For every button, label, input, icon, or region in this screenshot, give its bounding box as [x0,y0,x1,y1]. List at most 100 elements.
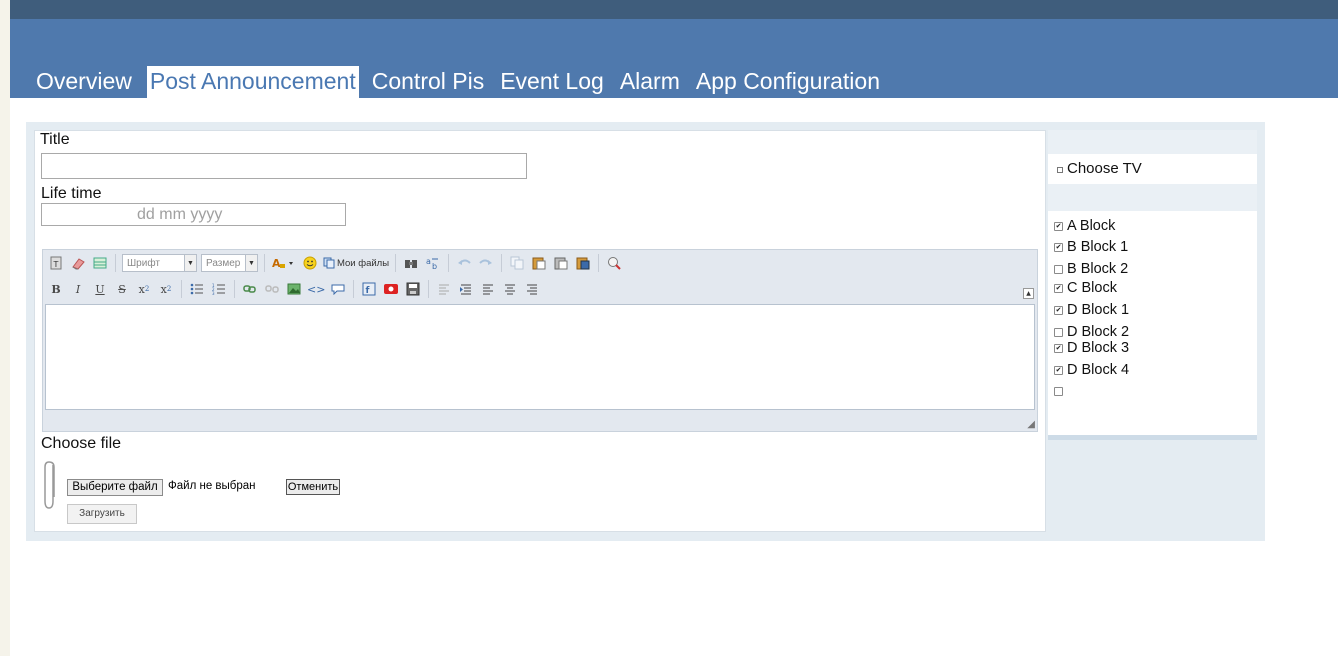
indent-icon[interactable] [457,280,475,298]
checkbox-checked[interactable]: ✔ [1054,283,1063,293]
editor-toolbar-row-1: T Шрифт ▼ Размер ▼ A Мои файлы a b [47,252,623,274]
my-files-label: Мои файлы [337,257,390,269]
youtube-icon[interactable] [382,280,400,298]
unlink-icon[interactable] [263,280,281,298]
tv-panel-header [1048,130,1257,154]
source-code-icon[interactable]: <> [307,280,325,298]
font-select-value: Шрифт [127,257,160,269]
block-item-c-block[interactable]: ✔ C Block [1048,279,1117,297]
paste-icon[interactable] [530,254,548,272]
paste-plain-icon[interactable] [552,254,570,272]
subscript-icon[interactable]: x2 [135,280,153,298]
file-status-text: Файл не выбран [168,480,256,492]
block-item-d-block-1[interactable]: ✔ D Block 1 [1048,301,1129,319]
align-left-icon[interactable] [479,280,497,298]
toolbar-separator [234,280,235,298]
font-select[interactable]: Шрифт ▼ [122,254,197,272]
block-name: C Block [1067,280,1117,296]
spellcheck-icon[interactable] [605,254,623,272]
resize-grip-icon[interactable]: ◢ [1027,419,1035,430]
title-input[interactable] [41,153,527,179]
rich-text-editor: T Шрифт ▼ Размер ▼ A Мои файлы a b B I U… [42,249,1038,432]
tab-app-configuration[interactable]: App Configuration [688,66,888,98]
tab-alarm[interactable]: Alarm [612,66,688,98]
toolbar-separator [115,254,116,272]
chevron-down-icon: ▼ [245,255,257,271]
tab-overview[interactable]: Overview [28,66,140,98]
block-item-d-block-3[interactable]: ✔ D Block 3 [1048,339,1129,357]
lifetime-date-input[interactable]: dd mm yyyy [41,203,346,226]
replace-icon[interactable]: ab [424,254,442,272]
toolbar-separator [264,254,265,272]
tab-control-pis[interactable]: Control Pis [364,66,492,98]
svg-text:T: T [53,260,59,269]
block-name: D Block 4 [1067,362,1130,378]
strikethrough-icon[interactable]: S [113,280,131,298]
bulleted-list-icon[interactable] [188,280,206,298]
speech-bubble-icon[interactable] [329,280,347,298]
toolbar-separator [448,254,450,272]
cancel-button[interactable]: Отменить [286,479,340,495]
block-item-b-block-2[interactable]: B Block 2 [1048,260,1128,278]
smiley-icon[interactable] [301,254,319,272]
checkbox-checked[interactable]: ✔ [1054,305,1063,315]
block-name: B Block 1 [1067,239,1129,255]
paste-text-icon[interactable]: T [47,254,65,272]
block-item-unnamed[interactable] [1048,382,1067,400]
link-icon[interactable] [241,280,259,298]
tree-node-icon [1057,167,1063,173]
toolbar-collapse-icon[interactable]: ▲ [1023,288,1034,299]
size-select[interactable]: Размер ▼ [201,254,258,272]
toolbar-separator [428,280,430,298]
align-right-icon[interactable] [523,280,541,298]
files-icon [323,257,335,269]
choose-tv-label: Choose TV [1067,160,1142,177]
checkbox-checked[interactable]: ✔ [1054,365,1063,375]
checkbox-unchecked[interactable] [1054,386,1063,396]
align-center-icon[interactable] [501,280,519,298]
flash-icon[interactable]: f [360,280,378,298]
block-name: B Block 2 [1067,261,1129,277]
tv-panel-divider [1048,184,1257,211]
font-color-icon[interactable]: A [271,254,297,272]
tab-event-log[interactable]: Event Log [492,66,612,98]
paste-word-icon[interactable] [574,254,592,272]
toolbar-separator [181,280,182,298]
checkbox-checked[interactable]: ✔ [1054,242,1063,252]
my-files-button[interactable]: Мои файлы [323,254,389,272]
align-left-light-icon[interactable] [435,280,453,298]
checkbox-unchecked[interactable] [1054,327,1063,337]
underline-icon[interactable]: U [91,280,109,298]
block-item-d-block-4[interactable]: ✔ D Block 4 [1048,361,1129,379]
save-icon[interactable] [404,280,422,298]
editor-toolbar-row-2: B I U S x2 x2 123 <> f [47,278,541,300]
upload-button[interactable]: Загрузить [67,504,137,524]
superscript-icon[interactable]: x2 [157,280,175,298]
top-bar [10,0,1338,19]
binoculars-icon[interactable] [402,254,420,272]
copy-icon[interactable] [508,254,526,272]
svg-text:a: a [426,257,431,266]
bold-icon[interactable]: B [47,280,65,298]
italic-icon[interactable]: I [69,280,87,298]
block-checkbox-list: ✔ A Block ✔ B Block 1 B Block 2 ✔ C Bloc… [1048,211,1257,435]
svg-text:b: b [432,262,437,270]
redo-icon[interactable] [477,254,495,272]
choose-file-button[interactable]: Выберите файл [67,479,163,496]
choose-tv-node[interactable]: Choose TV [1048,154,1257,184]
checkbox-unchecked[interactable] [1054,264,1063,274]
block-name: D Block 1 [1067,302,1130,318]
editor-content-area[interactable] [45,304,1035,410]
tab-post-announcement[interactable]: Post Announcement [146,66,359,98]
block-item-a-block[interactable]: ✔ A Block [1048,217,1115,235]
table-icon[interactable] [91,254,109,272]
numbered-list-icon[interactable]: 123 [210,280,228,298]
checkbox-checked[interactable]: ✔ [1054,343,1063,353]
toolbar-separator [598,254,600,272]
block-item-b-block-1[interactable]: ✔ B Block 1 [1048,238,1128,256]
choose-file-label: Choose file [41,435,122,452]
undo-icon[interactable] [455,254,473,272]
image-icon[interactable] [285,280,303,298]
checkbox-checked[interactable]: ✔ [1054,221,1063,231]
eraser-icon[interactable] [69,254,87,272]
